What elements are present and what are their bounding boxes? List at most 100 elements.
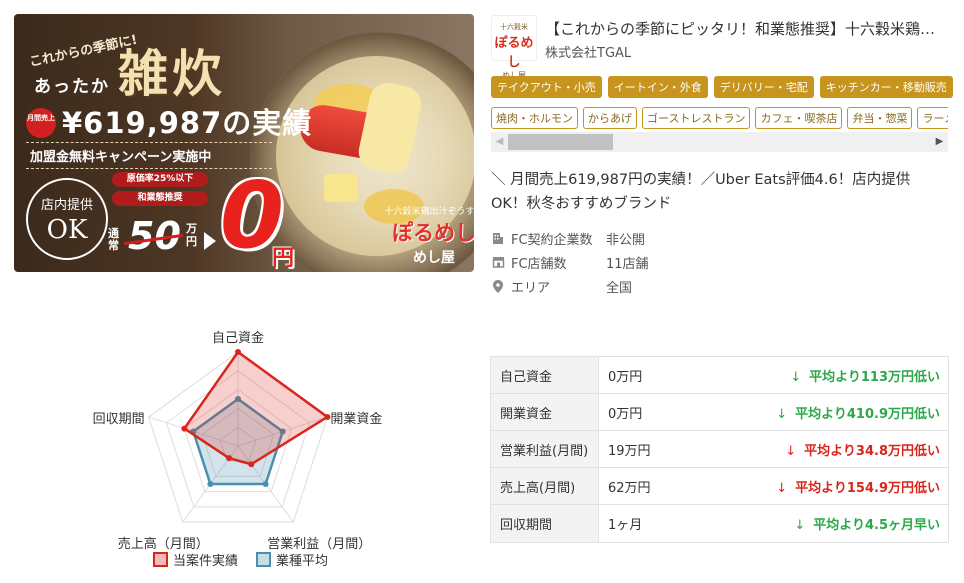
fact-list: FC契約企業数 非公開 FC店舗数 11店舗 エリア 全国 [491,226,649,298]
comparison-label: 自己資金 [491,357,599,393]
scroll-left-icon[interactable]: ◀ [491,132,508,152]
fact-row: FC契約企業数 非公開 [491,226,649,250]
comparison-label: 営業利益(月間) [491,431,599,467]
radar-data-point [181,425,188,432]
butter-topping [324,174,358,202]
logo-line-2: ぽるめし [494,36,534,70]
comparison-diff-text: 平均より34.8万円低い [804,443,940,459]
comparison-value: 1ヶ月 [608,518,643,533]
comparison-value: 19万円 [608,443,651,459]
store-icon [491,255,505,269]
fact-label: エリア [511,280,551,296]
recommend-pill: 和業態推奨 [112,191,208,206]
legend-swatch [153,552,168,567]
radar-axis-label: 開業資金 [330,411,382,427]
category-badges: テイクアウト・小売 イートイン・外食 デリバリー・宅配 キッチンカー・移動販売 [491,76,953,98]
comparison-value: 0万円 [608,406,643,422]
brand-logo-top: 十六穀米鶏出汁ぞうすい [384,207,474,217]
radar-data-point [207,481,214,488]
horizontal-scrollbar[interactable]: ◀ ▶ [491,132,948,152]
location-pin-icon [491,279,505,293]
comparison-value: 0万円 [608,369,643,385]
genre-tag[interactable]: カフェ・喫茶店 [755,107,843,129]
comparison-diff-text: 平均より154.9万円低い [795,480,940,496]
genre-tag[interactable]: ラーメン・つけ麺 [917,107,948,129]
hero-sales: ¥619,987の実績 [62,106,313,140]
category-badge: デリバリー・宅配 [713,76,814,98]
store-offer-label: 店内提供 [40,198,93,213]
genre-tag[interactable]: 焼肉・ホルモン [491,107,578,129]
sales-badge: 月間売上 [26,108,56,138]
store-offer-badge: 店内提供 OK [26,178,108,260]
fact-label: FC契約企業数 [511,232,593,248]
brand-logo: 十六穀米鶏出汁ぞうすい ぽるめし めし屋 [384,204,474,266]
down-arrow-icon: ↓ [790,369,802,385]
comparison-diff-text: 平均より410.9万円低い [795,406,940,422]
store-offer-ok: OK [46,215,88,245]
comparison-row: 売上高(月間) 62万円 ↓ 平均より154.9万円低い [491,468,948,505]
fact-row: FC店舗数 11店舗 [491,250,649,274]
comparison-row: 自己資金 0万円 ↓ 平均より113万円低い [491,357,948,394]
legend-label: 当案件実績 [173,553,238,569]
category-badge: イートイン・外食 [607,76,708,98]
company-logo[interactable]: 十六穀米 ぽるめし めし屋 [491,15,537,80]
radar-axis-label: 売上高（月間） [118,536,209,552]
fact-label: FC店舗数 [511,256,567,272]
scroll-right-icon[interactable]: ▶ [931,132,948,152]
legend-swatch [256,552,271,567]
listing-headline: ＼ 月間売上619,987円の実績！／Uber Eats評価4.6！店内提供OK… [491,172,911,212]
fact-value: 非公開 [606,232,646,248]
brand-logo-mid: ぽるめし [392,221,474,245]
comparison-diff: ↓ 平均より4.5ヶ月早い [719,514,948,533]
hero-product-name: 雑炊 [118,44,226,103]
radar-data-point [235,349,241,355]
company-name: 株式会社TGAL [545,46,632,61]
hero-atatta: あったか [34,77,110,97]
fact-row: エリア 全国 [491,274,649,298]
down-arrow-icon: ↓ [776,480,788,496]
logo-line-1: 十六穀米 [500,23,528,31]
new-price-unit: 円 [272,246,295,271]
hero-banner[interactable]: これからの季節に! あったか 雑炊 月間売上 ¥619,987の実績 加盟金無料… [14,14,474,272]
scrollbar-thumb[interactable] [508,134,613,150]
legend-label: 業種平均 [276,553,328,569]
radar-data-point [262,481,269,488]
comparison-table: 自己資金 0万円 ↓ 平均より113万円低い 開業資金 0万円 ↓ 平均より410.… [490,356,949,543]
comparison-value: 62万円 [608,480,651,496]
radar-axis-label: 自己資金 [212,330,264,346]
down-arrow-icon: ↓ [785,443,797,459]
genre-tag[interactable]: からあげ [583,107,637,129]
brand-logo-bot: めし屋 [413,250,455,266]
comparison-diff-text: 平均より113万円低い [809,369,940,385]
old-price-unit: 万円 [186,222,197,248]
genre-tag[interactable]: 弁当・惣菜 [847,107,913,129]
radar-axis-label: 営業利益（月間） [267,536,371,552]
comparison-row: 開業資金 0万円 ↓ 平均より410.9万円低い [491,394,948,431]
old-price: 50 [128,214,181,258]
category-badge: キッチンカー・移動販売 [819,76,953,98]
comparison-diff: ↓ 平均より154.9万円低い [719,477,948,496]
listing-title[interactable]: 【これからの季節にピッタリ！和業態推奨】十六穀米鶏出汁ぞうすい専門店 [545,18,945,39]
down-arrow-icon: ↓ [794,518,806,533]
price-arrow-icon [204,232,216,250]
comparison-diff: ↓ 平均より410.9万円低い [719,403,948,422]
comparison-diff: ↓ 平均より113万円低い [719,366,948,385]
genre-tag-scroller[interactable]: 焼肉・ホルモン からあげ ゴーストレストラン カフェ・喫茶店 弁当・惣菜 ラーメ… [491,107,948,129]
radar-axis-label: 回収期間 [93,412,145,427]
building-icon [491,231,505,245]
category-badge: テイクアウト・小売 [491,76,602,98]
comparison-diff-text: 平均より4.5ヶ月早い [813,518,940,533]
cost-rate-pill: 原価率25%以下 [112,172,208,187]
genre-tag[interactable]: ゴーストレストラン [642,107,751,129]
comparison-label: 開業資金 [491,394,599,430]
radar-chart: 自己資金開業資金営業利益（月間） 売上高（月間） 回収期間当案件実績 業種平均 [93,330,383,569]
comparison-row: 回収期間 1ヶ月 ↓ 平均より4.5ヶ月早い [491,505,948,542]
radar-data-point [248,461,255,468]
down-arrow-icon: ↓ [776,406,788,422]
radar-data-point [226,455,233,462]
comparison-row: 営業利益(月間) 19万円 ↓ 平均より34.8万円低い [491,431,948,468]
normal-price-label: 通常 [108,227,119,252]
comparison-diff: ↓ 平均より34.8万円低い [719,440,948,459]
comparison-label: 回収期間 [491,505,599,542]
fact-value: 11店舗 [606,256,649,272]
